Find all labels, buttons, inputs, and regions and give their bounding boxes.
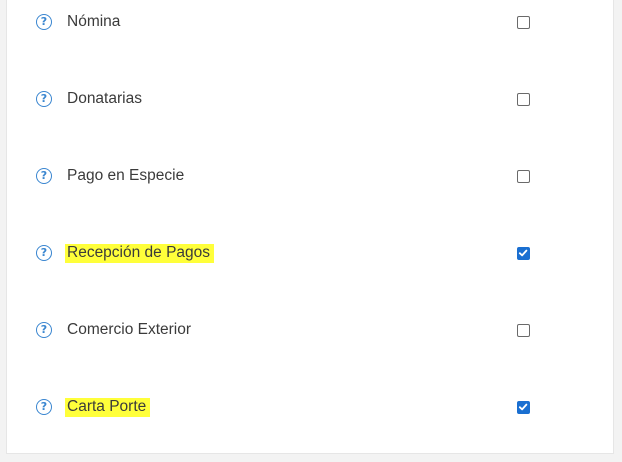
complement-label: Pago en Especie xyxy=(67,167,185,184)
complement-row-nomina: ? Nómina xyxy=(7,3,613,43)
complements-panel: ? Nómina ? Donatarias ? Pago en Especie … xyxy=(6,0,614,454)
complement-checkbox[interactable] xyxy=(517,324,530,337)
complement-row-recepcion-de-pagos: ? Recepción de Pagos xyxy=(7,234,613,274)
complement-label: Carta Porte xyxy=(65,398,151,417)
complement-label: Comercio Exterior xyxy=(67,321,192,338)
checkmark-icon xyxy=(518,249,528,257)
help-icon[interactable]: ? xyxy=(36,168,52,184)
complement-checkbox[interactable] xyxy=(517,401,530,414)
help-icon[interactable]: ? xyxy=(36,91,52,107)
complement-checkbox[interactable] xyxy=(517,16,530,29)
complement-checkbox[interactable] xyxy=(517,93,530,106)
help-icon[interactable]: ? xyxy=(36,322,52,338)
help-icon[interactable]: ? xyxy=(36,14,52,30)
complement-row-carta-porte: ? Carta Porte xyxy=(7,388,613,428)
complement-row-comercio-exterior: ? Comercio Exterior xyxy=(7,311,613,351)
checkmark-icon xyxy=(518,403,528,411)
complement-checkbox[interactable] xyxy=(517,170,530,183)
complement-label: Donatarias xyxy=(67,90,142,107)
complement-row-donatarias: ? Donatarias xyxy=(7,80,613,120)
complement-row-pago-en-especie: ? Pago en Especie xyxy=(7,157,613,197)
complement-checkbox[interactable] xyxy=(517,247,530,260)
help-icon[interactable]: ? xyxy=(36,399,52,415)
complement-label: Nómina xyxy=(67,13,121,30)
complement-label: Recepción de Pagos xyxy=(65,244,215,263)
help-icon[interactable]: ? xyxy=(36,245,52,261)
